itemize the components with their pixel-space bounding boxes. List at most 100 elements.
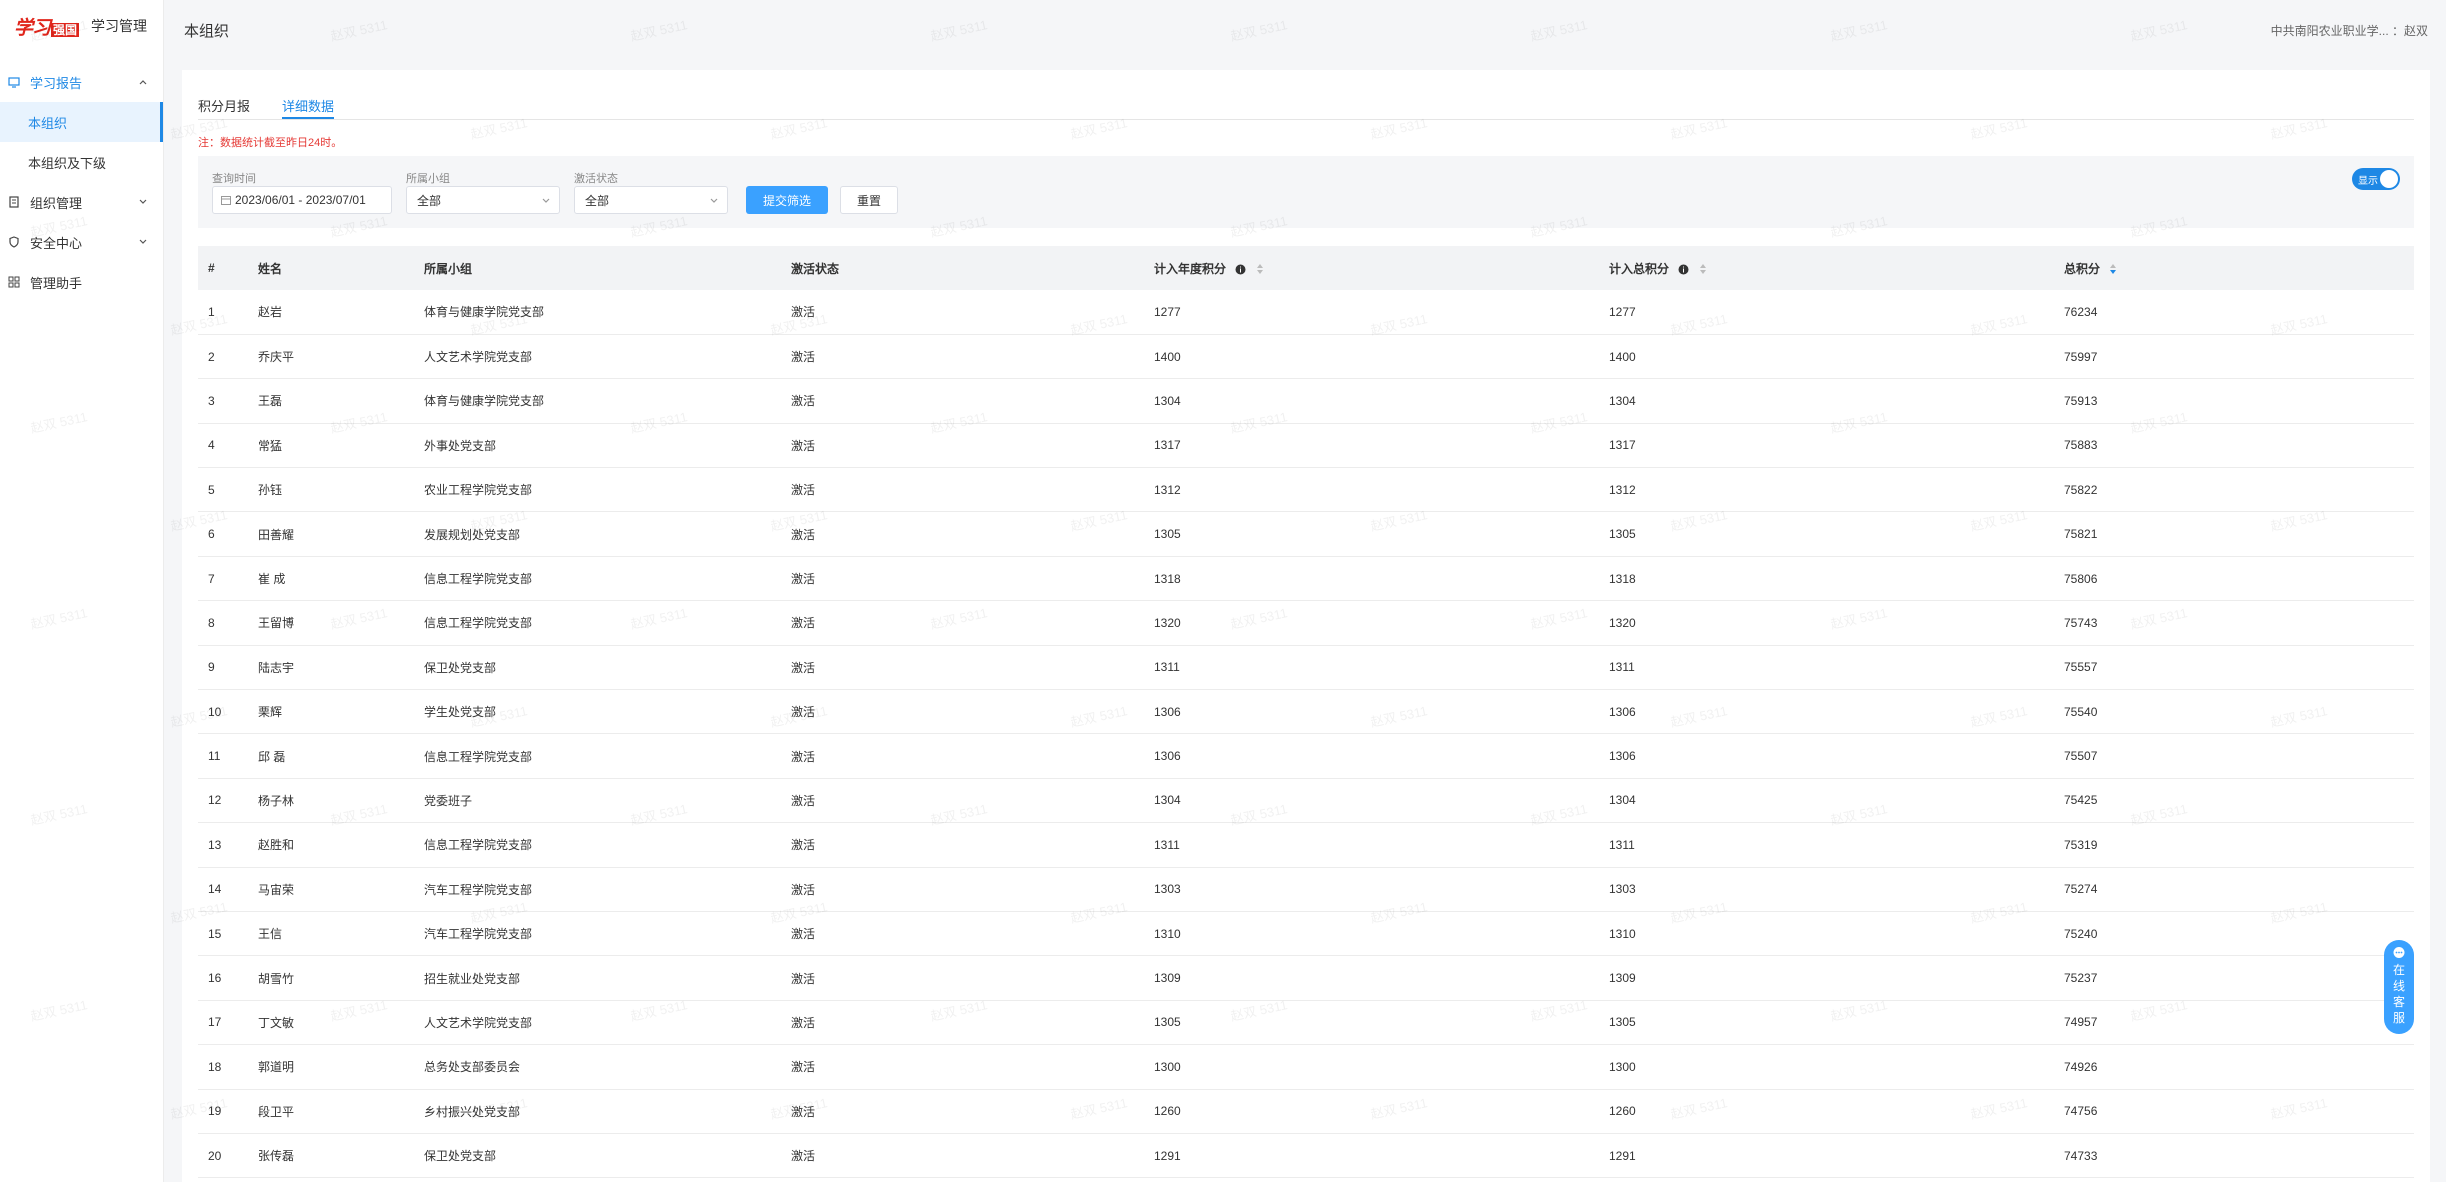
header: 本组织 中共南阳农业职业学... ：赵双 xyxy=(164,0,2446,60)
cell-index: 18 xyxy=(208,1059,222,1074)
nav-item-label: 学习报告 xyxy=(30,75,83,91)
cell-status: 激活 xyxy=(791,838,816,853)
table-row[interactable]: 10 栗辉 学生处党支部 激活 1306 1306 75540 xyxy=(198,690,2414,734)
tab-detail-data[interactable]: 详细数据 xyxy=(282,96,335,119)
table-row[interactable]: 15 王信 汽车工程学院党支部 激活 1310 1310 75240 xyxy=(198,911,2414,956)
cell-total-score: 74926 xyxy=(2064,1059,2098,1074)
tab-monthly-report[interactable]: 积分月报 xyxy=(198,96,250,119)
table-row[interactable]: 1 赵岩 体育与健康学院党支部 激活 1277 1277 76234 xyxy=(198,290,2414,335)
service-char: 服 xyxy=(2392,1011,2405,1025)
cell-total-included: 1277 xyxy=(1609,304,1636,319)
cell-group: 总务处支部委员会 xyxy=(424,1060,521,1075)
cell-annual-score: 1304 xyxy=(1154,393,1181,408)
cell-name: 王留博 xyxy=(258,616,295,631)
cell-name: 赵胜和 xyxy=(258,838,295,853)
cell-total-score: 75274 xyxy=(2064,882,2098,897)
nav-item-org-management[interactable]: 组织管理 xyxy=(0,182,163,222)
table-row[interactable]: 17 丁文敏 人文艺术学院党支部 激活 1305 1305 74957 xyxy=(198,1000,2414,1045)
sort-desc-icon[interactable] xyxy=(2109,263,2117,275)
calendar-icon xyxy=(221,195,231,205)
date-range-picker[interactable]: 2023/06/01 - 2023/07/01 xyxy=(212,186,392,214)
cell-total-included: 1300 xyxy=(1609,1059,1636,1074)
col-total-included[interactable]: 计入总积分 xyxy=(1599,246,2054,290)
cell-index: 5 xyxy=(208,482,215,497)
col-annual-score[interactable]: 计入年度积分 xyxy=(1144,246,1599,290)
col-total-score[interactable]: 总积分 xyxy=(2054,246,2414,290)
cell-annual-score: 1306 xyxy=(1154,704,1181,719)
table-row[interactable]: 11 邱 磊 信息工程学院党支部 激活 1306 1306 75507 xyxy=(198,734,2414,779)
sidebar-item-own-org[interactable]: 本组织 xyxy=(0,102,163,142)
main-card: 积分月报 详细数据 注：数据统计截至昨日24时。 查询时间 2023/06/01… xyxy=(182,70,2430,1182)
cell-index: 8 xyxy=(208,615,215,630)
sort-icon[interactable] xyxy=(1256,263,1264,275)
cell-status: 激活 xyxy=(791,394,816,409)
logo[interactable]: 学习 强国 xyxy=(14,13,80,40)
table-row[interactable]: 3 王磊 体育与健康学院党支部 激活 1304 1304 75913 xyxy=(198,379,2414,424)
nav-item-security-center[interactable]: 安全中心 xyxy=(0,222,163,262)
chevron-down-icon xyxy=(541,196,551,206)
cell-total-included: 1304 xyxy=(1609,393,1636,408)
col-status: 激活状态 xyxy=(791,261,840,276)
cell-group: 招生就业处党支部 xyxy=(424,971,521,986)
status-select[interactable]: 全部 xyxy=(574,186,728,214)
table-row[interactable]: 20 张传磊 保卫处党支部 激活 1291 1291 74733 xyxy=(198,1133,2414,1178)
brand-title: 学习管理 xyxy=(91,18,148,34)
cell-annual-score: 1277 xyxy=(1154,304,1181,319)
cell-group: 保卫处党支部 xyxy=(424,660,497,675)
cell-group: 学生处党支部 xyxy=(424,705,497,720)
cell-annual-score: 1305 xyxy=(1154,1015,1181,1030)
online-service-button[interactable]: 在 线 客 服 xyxy=(2384,940,2414,1034)
table-row[interactable]: 12 杨子林 党委班子 激活 1304 1304 75425 xyxy=(198,778,2414,823)
cell-annual-score: 1304 xyxy=(1154,793,1181,808)
cell-name: 孙钰 xyxy=(258,483,283,498)
table-row[interactable]: 6 田善耀 发展规划处党支部 激活 1305 1305 75821 xyxy=(198,512,2414,557)
cell-total-included: 1311 xyxy=(1609,660,1635,675)
table-row[interactable]: 9 陆志宇 保卫处党支部 激活 1311 1311 75557 xyxy=(198,645,2414,690)
user-info[interactable]: 中共南阳农业职业学... ：赵双 xyxy=(2271,22,2428,39)
filter-bar: 查询时间 2023/06/01 - 2023/07/01 所属小组 全部 激活状… xyxy=(198,156,2414,228)
service-char: 在 xyxy=(2392,963,2405,977)
table-row[interactable]: 16 胡雪竹 招生就业处党支部 激活 1309 1309 75237 xyxy=(198,956,2414,1001)
table-row[interactable]: 19 段卫平 乡村振兴处党支部 激活 1260 1260 74756 xyxy=(198,1089,2414,1134)
table-row[interactable]: 2 乔庆平 人文艺术学院党支部 激活 1400 1400 75997 xyxy=(198,334,2414,379)
cell-total-included: 1311 xyxy=(1609,837,1635,852)
display-toggle[interactable]: 显示 xyxy=(2352,168,2400,190)
table-row[interactable]: 4 常猛 外事处党支部 激活 1317 1317 75883 xyxy=(198,423,2414,468)
cell-total-score: 75743 xyxy=(2064,615,2098,630)
cell-total-score: 75883 xyxy=(2064,438,2098,453)
nav-item-label: 安全中心 xyxy=(30,235,83,251)
table-row[interactable]: 8 王留博 信息工程学院党支部 激活 1320 1320 75743 xyxy=(198,601,2414,646)
cell-total-score: 74957 xyxy=(2064,1015,2098,1030)
table-row[interactable]: 13 赵胜和 信息工程学院党支部 激活 1311 1311 75319 xyxy=(198,823,2414,868)
data-note: 注：数据统计截至昨日24时。 xyxy=(198,137,343,149)
cell-index: 11 xyxy=(208,749,221,764)
cell-name: 栗辉 xyxy=(258,705,283,720)
cell-name: 张传磊 xyxy=(258,1149,295,1164)
table-row[interactable]: 18 郭道明 总务处支部委员会 激活 1300 1300 74926 xyxy=(198,1045,2414,1090)
submit-filter-button[interactable]: 提交筛选 xyxy=(746,186,828,214)
cell-total-included: 1306 xyxy=(1609,749,1636,764)
table-row[interactable]: 14 马宙荣 汽车工程学院党支部 激活 1303 1303 75274 xyxy=(198,867,2414,912)
table-row[interactable]: 7 崔 成 信息工程学院党支部 激活 1318 1318 75806 xyxy=(198,556,2414,601)
cell-name: 邱 磊 xyxy=(258,749,286,764)
info-icon[interactable] xyxy=(1678,264,1689,275)
cell-name: 乔庆平 xyxy=(258,350,295,365)
table-row[interactable]: 5 孙钰 农业工程学院党支部 激活 1312 1312 75822 xyxy=(198,468,2414,512)
sort-icon[interactable] xyxy=(1699,263,1707,275)
cell-total-included: 1310 xyxy=(1609,926,1636,941)
nav-item-study-report[interactable]: 学习报告 xyxy=(0,62,163,102)
cell-index: 17 xyxy=(208,1015,222,1030)
nav-item-admin-assistant[interactable]: 管理助手 xyxy=(0,262,163,302)
cell-name: 郭道明 xyxy=(258,1060,295,1075)
sidebar-item-org-and-sub[interactable]: 本组织及下级 xyxy=(0,142,163,182)
cell-total-score: 75240 xyxy=(2064,926,2098,941)
reset-button[interactable]: 重置 xyxy=(840,186,898,214)
cell-annual-score: 1303 xyxy=(1154,882,1181,897)
cell-total-score: 75237 xyxy=(2064,971,2098,986)
report-icon xyxy=(8,76,20,88)
cell-total-included: 1306 xyxy=(1609,704,1636,719)
cell-group: 信息工程学院党支部 xyxy=(424,838,533,853)
shield-icon xyxy=(8,236,20,248)
info-icon[interactable] xyxy=(1235,264,1246,275)
group-select[interactable]: 全部 xyxy=(406,186,560,214)
